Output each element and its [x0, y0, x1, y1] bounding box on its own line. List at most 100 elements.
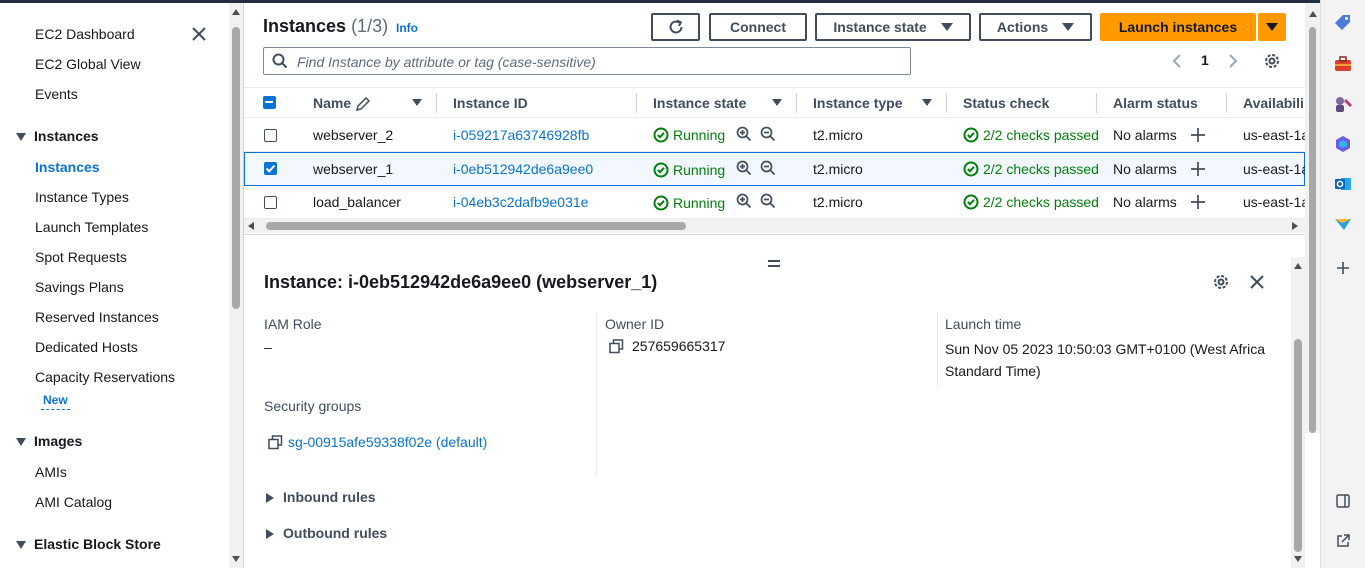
close-icon[interactable] [188, 23, 210, 45]
sidebar-scrollbar[interactable] [229, 3, 243, 568]
row-checkbox[interactable] [264, 129, 277, 142]
table-horizontal-scrollbar[interactable] [244, 219, 1305, 233]
select-all-checkbox[interactable] [263, 96, 276, 109]
scroll-down-arrow[interactable] [1294, 556, 1302, 562]
sort-caret-icon[interactable] [412, 99, 422, 106]
launch-instances-button[interactable]: Launch instances [1100, 13, 1256, 41]
instance-state-button[interactable]: Instance state [815, 13, 971, 41]
sidebar-item-launch-templates[interactable]: Launch Templates [35, 219, 148, 235]
sidebar-toggle-icon[interactable] [1332, 490, 1354, 512]
settings-gear-icon[interactable] [1263, 52, 1281, 70]
column-header-availability-zone[interactable]: Availabili [1243, 95, 1304, 111]
caret-down-icon [16, 541, 26, 550]
scroll-left-arrow[interactable] [248, 222, 254, 230]
info-link[interactable]: Info [396, 21, 418, 35]
zoom-out-icon[interactable] [760, 193, 776, 209]
previous-page-icon[interactable] [1170, 53, 1184, 69]
instance-id-link[interactable]: i-0eb512942de6a9ee0 [453, 161, 593, 177]
table-row[interactable]: webserver_2 i-059217a63746928fb Running … [244, 119, 1309, 152]
alarm-status: No alarms [1113, 127, 1177, 143]
sidebar-section-elastic-block-store[interactable]: Elastic Block Store [16, 536, 161, 552]
detail-scrollbar[interactable] [1291, 257, 1305, 568]
check-circle-icon [653, 162, 669, 178]
instance-type: t2.micro [813, 194, 863, 210]
instance-id-link[interactable]: i-059217a63746928fb [453, 127, 589, 143]
zoom-in-icon[interactable] [736, 193, 752, 209]
column-header-instance-id[interactable]: Instance ID [453, 95, 528, 111]
send-icon[interactable] [1332, 213, 1354, 235]
add-icon[interactable] [1332, 257, 1354, 279]
sidebar-section-images[interactable]: Images [16, 433, 82, 449]
sidebar-item-events[interactable]: Events [35, 86, 78, 102]
add-alarm-plus-icon[interactable] [1190, 194, 1206, 210]
row-checkbox[interactable] [264, 196, 277, 209]
security-group-link[interactable]: sg-00915afe59338f02e (default) [288, 434, 487, 450]
refresh-icon [669, 19, 682, 34]
column-header-instance-state[interactable]: Instance state [653, 95, 746, 111]
column-header-alarm-status[interactable]: Alarm status [1113, 95, 1198, 111]
tag-icon[interactable] [1332, 12, 1354, 34]
column-header-name[interactable]: Name [313, 95, 351, 111]
status-check: 2/2 checks passed [963, 194, 1099, 210]
scrollbar-thumb[interactable] [232, 27, 240, 309]
split-panel-handle[interactable] [768, 260, 780, 270]
sidebar-item-instances[interactable]: Instances [35, 159, 100, 175]
copilot-icon[interactable] [1332, 133, 1354, 155]
zoom-in-icon[interactable] [736, 160, 752, 176]
sidebar-item-capacity-reservations[interactable]: Capacity Reservations [35, 369, 175, 385]
connect-button[interactable]: Connect [709, 13, 807, 41]
scrollbar-thumb[interactable] [1294, 339, 1302, 552]
scroll-down-arrow[interactable] [232, 556, 240, 562]
close-icon[interactable] [1248, 273, 1266, 291]
copy-icon[interactable] [268, 435, 283, 450]
sidebar-item-instance-types[interactable]: Instance Types [35, 189, 129, 205]
row-checkbox[interactable] [264, 162, 277, 175]
zoom-out-icon[interactable] [760, 160, 776, 176]
sidebar-item-spot-requests[interactable]: Spot Requests [35, 249, 127, 265]
outbound-rules-expander[interactable]: Outbound rules [266, 525, 387, 541]
scroll-up-arrow[interactable] [1309, 11, 1317, 17]
games-icon[interactable] [1332, 93, 1354, 115]
scroll-up-arrow[interactable] [232, 9, 240, 15]
add-alarm-plus-icon[interactable] [1190, 127, 1206, 143]
sidebar-item-ec2-global-view[interactable]: EC2 Global View [35, 56, 141, 72]
search-icon [272, 53, 288, 69]
scrollbar-thumb[interactable] [266, 222, 686, 230]
copy-icon[interactable] [609, 339, 624, 354]
add-alarm-plus-icon[interactable] [1190, 161, 1206, 177]
sidebar-section-instances[interactable]: Instances [16, 128, 99, 144]
scroll-up-arrow[interactable] [1294, 263, 1302, 269]
sidebar-item-reserved-instances[interactable]: Reserved Instances [35, 309, 159, 325]
sidebar-item-savings-plans[interactable]: Savings Plans [35, 279, 124, 295]
caret-down-icon [1266, 23, 1278, 31]
detail-settings-gear-icon[interactable] [1212, 273, 1230, 291]
inbound-rules-expander[interactable]: Inbound rules [266, 489, 376, 505]
sort-caret-icon[interactable] [922, 99, 932, 106]
instance-id-link[interactable]: i-04eb3c2dafb9e031e [453, 194, 588, 210]
column-header-status-check[interactable]: Status check [963, 95, 1049, 111]
next-page-icon[interactable] [1226, 53, 1240, 69]
outlook-icon[interactable] [1332, 173, 1354, 195]
sidebar-item-amis[interactable]: AMIs [35, 464, 67, 480]
table-vertical-scrollbar[interactable] [1305, 3, 1320, 433]
table-row[interactable]: webserver_1 i-0eb512942de6a9ee0 Running … [244, 152, 1309, 186]
toolbox-icon[interactable] [1332, 53, 1354, 75]
open-external-icon[interactable] [1332, 530, 1354, 552]
scrollbar-thumb[interactable] [1309, 27, 1316, 433]
scroll-right-arrow[interactable] [1292, 222, 1298, 230]
search-input[interactable]: Find Instance by attribute or tag (case-… [263, 47, 911, 75]
sidebar-item-ami-catalog[interactable]: AMI Catalog [35, 494, 112, 510]
launch-instances-dropdown[interactable] [1258, 13, 1286, 41]
table-row[interactable]: load_balancer i-04eb3c2dafb9e031e Runnin… [244, 186, 1309, 219]
instance-name: load_balancer [313, 194, 401, 210]
page-number[interactable]: 1 [1201, 52, 1209, 68]
sort-caret-icon[interactable] [772, 99, 782, 106]
zoom-in-icon[interactable] [736, 126, 752, 142]
actions-button[interactable]: Actions [979, 13, 1092, 41]
refresh-button[interactable] [651, 13, 700, 41]
instance-state: Running [653, 162, 725, 178]
sidebar-item-ec2-dashboard[interactable]: EC2 Dashboard [35, 26, 135, 42]
sidebar-item-dedicated-hosts[interactable]: Dedicated Hosts [35, 339, 138, 355]
column-header-instance-type[interactable]: Instance type [813, 95, 902, 111]
zoom-out-icon[interactable] [760, 126, 776, 142]
